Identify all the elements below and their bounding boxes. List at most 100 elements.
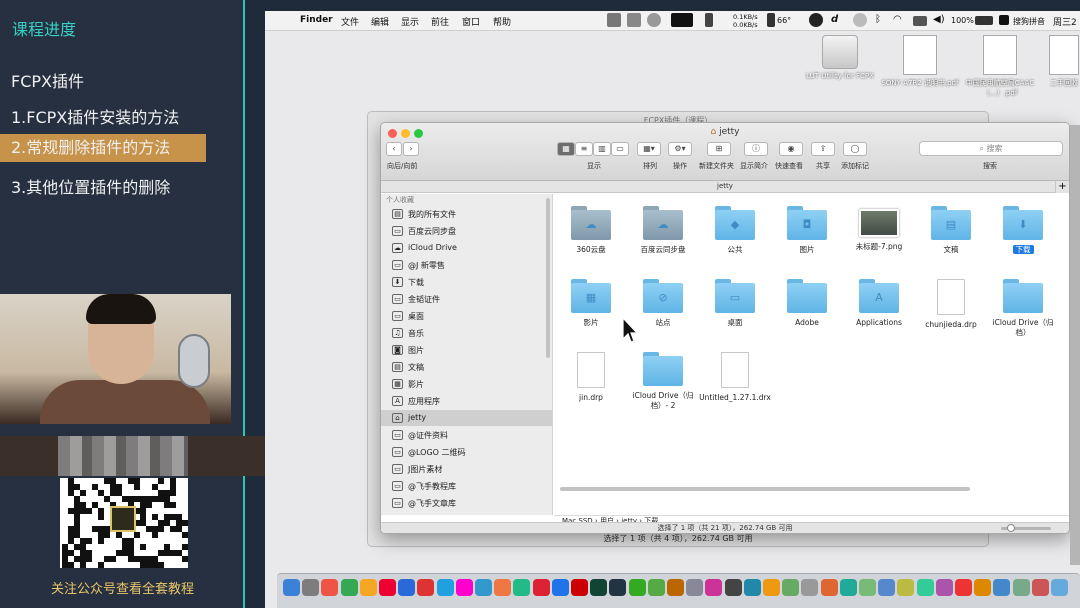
sidebar-item[interactable]: ◙ 图片 — [381, 342, 552, 358]
file-item[interactable]: ☁ 百度云同步盘 — [627, 206, 699, 255]
dock-app-icon[interactable] — [475, 579, 492, 596]
dock-app-icon[interactable] — [667, 579, 684, 596]
desktop-icon-caac-pdf[interactable]: 中国民用航空局CAAC（…）.pdf — [961, 35, 1039, 98]
add-tag-button[interactable]: ◯ — [843, 142, 867, 156]
file-item[interactable]: ▭ 桌面 — [699, 279, 771, 328]
sidebar-item[interactable]: ▭ 金韬证件 — [381, 291, 552, 307]
dock-app-icon[interactable] — [647, 579, 665, 596]
sidebar-item[interactable]: ▭ @证件资料 — [381, 427, 552, 443]
dock-app-icon[interactable] — [1051, 579, 1068, 596]
dock-app-icon[interactable] — [398, 579, 416, 596]
dock-app-icon[interactable] — [494, 579, 512, 596]
new-tab-button[interactable]: + — [1055, 181, 1069, 193]
dock-app-icon[interactable] — [436, 579, 454, 596]
quick-look-button[interactable]: ◉ — [779, 142, 803, 156]
dock-app-icon[interactable] — [302, 579, 320, 596]
file-item[interactable]: jin.drp — [555, 352, 627, 403]
desktop-icon-lut[interactable]: LUT Utility for FCPX — [801, 35, 879, 80]
action-gear-button[interactable]: ⚙▾ — [668, 142, 692, 156]
sidebar-item[interactable]: ▭ @飞手文章库 — [381, 495, 552, 511]
dock-app-icon[interactable] — [340, 579, 358, 596]
desktop-icon-recycle[interactable]: 二手回收 — [1039, 35, 1080, 88]
dictionary-icon[interactable]: d — [831, 14, 838, 25]
dock-app-icon[interactable] — [1031, 579, 1049, 596]
dock-app-icon[interactable] — [571, 579, 588, 596]
dock-app-icon[interactable] — [321, 579, 339, 596]
battery-percent[interactable]: 100% — [951, 16, 974, 25]
dock-app-icon[interactable] — [897, 579, 915, 596]
file-item[interactable]: chunjieda.drp — [915, 279, 987, 330]
file-item[interactable]: A Applications — [843, 279, 915, 328]
dock-app-icon[interactable] — [609, 579, 627, 596]
file-item[interactable]: ⬇ 下载 — [987, 202, 1059, 255]
screen-record-icon[interactable] — [607, 13, 621, 27]
dock-app-icon[interactable] — [935, 579, 953, 596]
sidebar-item[interactable]: ▭ 百度云同步盘 — [381, 223, 552, 239]
wifi-icon[interactable]: ◠ — [893, 14, 902, 25]
dock-app-icon[interactable] — [417, 579, 435, 596]
file-item[interactable]: Untitled_1.27.1.drx — [699, 352, 771, 403]
sidebar-item[interactable]: A 应用程序 — [381, 393, 552, 409]
dock-app-icon[interactable] — [283, 579, 300, 596]
dock-app-icon[interactable] — [974, 579, 992, 596]
sidebar-item[interactable]: ▭ @LOGO 二维码 — [381, 444, 552, 460]
menu-view[interactable]: 显示 — [401, 15, 419, 28]
time-machine-icon[interactable] — [853, 13, 867, 27]
volume-icon[interactable]: ◀) — [933, 14, 945, 25]
dock-app-icon[interactable] — [686, 579, 704, 596]
back-button[interactable]: ‹ — [386, 142, 402, 156]
menu-extra-icon[interactable] — [627, 13, 641, 27]
menu-go[interactable]: 前往 — [431, 15, 449, 28]
sidebar-item[interactable]: ♫ 音乐 — [381, 325, 552, 341]
sidebar-item[interactable]: ▭ @J 新零售 — [381, 257, 552, 273]
file-item[interactable]: ◆ 公共 — [699, 206, 771, 255]
sidebar-item[interactable]: ▭ @飞手教程库 — [381, 478, 552, 494]
dock-app-icon[interactable] — [743, 579, 761, 596]
bluetooth-icon[interactable]: ᛒ — [875, 14, 881, 25]
new-folder-button[interactable]: ⊞ — [707, 142, 731, 156]
sidebar-item[interactable]: ☁ iCloud Drive — [381, 240, 552, 256]
horizontal-scrollbar[interactable] — [560, 487, 970, 491]
airplay-icon[interactable] — [913, 16, 927, 26]
dock-app-icon[interactable] — [724, 579, 742, 596]
sidebar-item[interactable]: ▦ 影片 — [381, 376, 552, 392]
dock-app-icon[interactable] — [993, 579, 1011, 596]
dock-app-icon[interactable] — [878, 579, 896, 596]
sidebar-item[interactable]: ⬇ 下载 — [381, 274, 552, 290]
sidebar-item[interactable]: ⌂ jetty — [381, 410, 552, 426]
slider-knob[interactable] — [1007, 524, 1015, 532]
search-input[interactable]: ⌕ 搜索 — [919, 141, 1063, 156]
sidebar-item[interactable]: ▤ 我的所有文件 — [381, 206, 552, 222]
dock-app-icon[interactable] — [532, 579, 550, 596]
file-item[interactable]: ☁ 360云盘 — [555, 206, 627, 255]
dock-app-icon[interactable] — [551, 579, 569, 596]
sync-icon[interactable] — [647, 13, 661, 27]
dock-app-icon[interactable] — [705, 579, 723, 596]
sidebar-item[interactable]: ▭@01 Jetty航拍课程（原稿） — [381, 512, 552, 515]
dock-app-icon[interactable] — [782, 579, 800, 596]
menu-window[interactable]: 窗口 — [462, 15, 480, 28]
dock-app-icon[interactable] — [859, 579, 876, 596]
dock-app-icon[interactable] — [1012, 579, 1030, 596]
menu-finder[interactable]: Finder — [300, 15, 333, 25]
battery-icon[interactable] — [975, 16, 993, 25]
arrange-button[interactable]: ▦▾ — [637, 142, 661, 156]
dock-app-icon[interactable] — [763, 579, 780, 596]
ime-icon[interactable] — [999, 15, 1009, 25]
file-item[interactable]: ▤ 文稿 — [915, 206, 987, 255]
clock[interactable]: 周三2 — [1053, 15, 1077, 28]
sidebar-item[interactable]: ▭ 桌面 — [381, 308, 552, 324]
file-item[interactable]: ▦ 影片 — [555, 279, 627, 328]
file-item[interactable]: iCloud Drive（归档）- 2 — [627, 352, 699, 411]
desktop-icon-sony-pdf[interactable]: SONY A7R2 说明书.pdf — [881, 35, 959, 88]
dock-app-icon[interactable] — [801, 579, 819, 596]
dock-app-icon[interactable] — [455, 579, 473, 596]
list-view-button[interactable]: ≡ — [575, 142, 593, 156]
get-info-button[interactable]: ⓘ — [744, 142, 768, 156]
share-button[interactable]: ⇪ — [811, 142, 835, 156]
temperature[interactable]: 66° — [777, 16, 791, 25]
dock-app-icon[interactable] — [628, 579, 646, 596]
dock-app-icon[interactable] — [590, 579, 608, 596]
sidebar-item[interactable]: ▭ J图片素材 — [381, 461, 552, 477]
dock-app-icon[interactable] — [955, 579, 972, 596]
